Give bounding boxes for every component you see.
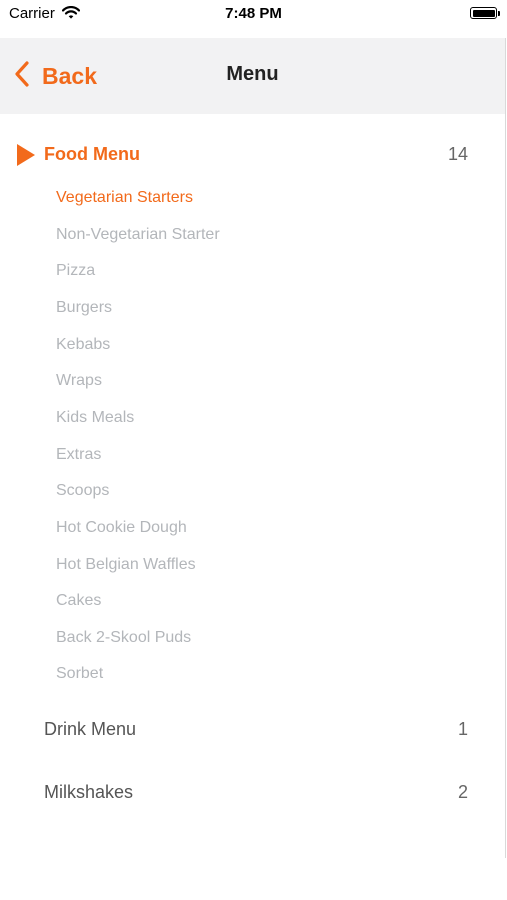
submenu-item-cakes[interactable]: Cakes (56, 592, 101, 610)
submenu-item-sorbet[interactable]: Sorbet (56, 665, 103, 683)
section-milkshakes[interactable]: Milkshakes 2 (0, 773, 505, 813)
submenu-item-kebabs[interactable]: Kebabs (56, 336, 110, 354)
submenu-item-hot-cookie-dough[interactable]: Hot Cookie Dough (56, 519, 187, 537)
submenu-item-kids-meals[interactable]: Kids Meals (56, 409, 134, 427)
section-milkshakes-label: Milkshakes (44, 782, 134, 802)
submenu-item-scoops[interactable]: Scoops (56, 482, 109, 500)
page-title: Menu (226, 63, 279, 85)
submenu-item-vegetarian-starters[interactable]: Vegetarian Starters (56, 189, 193, 207)
menu-screen: Carrier 7:48 PM Back Menu Food Menu 14 V… (0, 0, 507, 900)
battery-tip (498, 11, 500, 16)
section-food-menu[interactable]: Food Menu 14 (0, 135, 505, 175)
submenu-item-non-vegetarian-starter[interactable]: Non-Vegetarian Starter (56, 226, 220, 244)
section-drink-menu-count: 1 (457, 719, 468, 739)
submenu-item-burgers[interactable]: Burgers (56, 299, 112, 317)
submenu-item-back-2-skool-puds[interactable]: Back 2-Skool Puds (56, 629, 191, 647)
section-drink-menu[interactable]: Drink Menu 1 (0, 710, 505, 750)
section-milkshakes-count: 2 (457, 782, 468, 802)
section-drink-menu-label: Drink Menu (44, 719, 137, 739)
submenu-item-pizza[interactable]: Pizza (56, 262, 95, 280)
submenu-item-extras[interactable]: Extras (56, 446, 101, 464)
expanded-indicator-icon (16, 143, 36, 172)
section-food-menu-label: Food Menu (44, 144, 140, 164)
navigation-bar: Back Menu (0, 38, 505, 114)
submenu-item-hot-belgian-waffles[interactable]: Hot Belgian Waffles (56, 556, 196, 574)
content-edge-divider (505, 38, 506, 858)
status-bar: Carrier 7:48 PM (0, 0, 507, 38)
status-time: 7:48 PM (225, 5, 282, 22)
battery-icon (470, 7, 497, 19)
submenu-item-wraps[interactable]: Wraps (56, 372, 102, 390)
section-food-menu-count: 14 (447, 144, 468, 164)
